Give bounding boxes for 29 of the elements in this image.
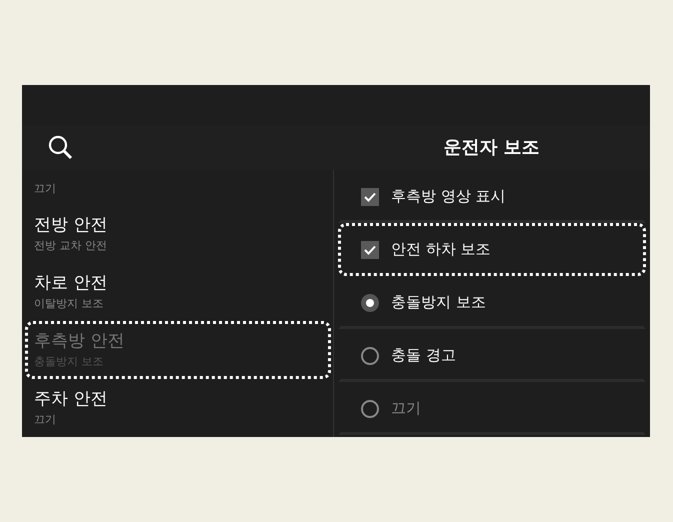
category-title: 주차 안전 xyxy=(34,388,108,411)
category-item[interactable]: 주차 안전 끄기 xyxy=(25,379,331,437)
check-icon xyxy=(364,192,376,202)
option-label: 충돌 경고 xyxy=(391,345,456,366)
option-row[interactable]: 충돌 경고 xyxy=(338,329,646,382)
option-label: 끄기 xyxy=(391,398,421,420)
radio-button[interactable] xyxy=(361,294,379,312)
category-title: 전방 안전 xyxy=(34,214,108,237)
option-row[interactable]: 후측방 영상 표시 xyxy=(338,170,646,223)
category-subtitle: 끄기 xyxy=(34,181,57,197)
category-subtitle: 전방 교차 안전 xyxy=(34,238,108,254)
category-subtitle: 이탈방지 보조 xyxy=(34,296,104,312)
option-row[interactable]: 안전 하차 보조 xyxy=(338,223,646,276)
category-title: 후측방 안전 xyxy=(34,330,126,353)
panel-title: 운전자 보조 xyxy=(443,136,540,160)
search-icon[interactable] xyxy=(48,135,73,160)
option-label: 후측방 영상 표시 xyxy=(391,186,506,208)
option-label: 충돌방지 보조 xyxy=(391,292,486,314)
radio-button[interactable] xyxy=(361,346,379,364)
option-row[interactable]: 충돌방지 보조 xyxy=(338,276,646,329)
option-label: 안전 하차 보조 xyxy=(391,239,491,260)
category-title: 차로 안전 xyxy=(34,272,108,295)
category-item[interactable]: 차로 안전 이탈방지 보조 xyxy=(25,263,331,321)
category-item[interactable]: 끄기 xyxy=(25,170,331,205)
category-subtitle: 끄기 xyxy=(34,412,57,428)
check-icon xyxy=(364,244,376,254)
checkbox[interactable] xyxy=(361,188,379,206)
checkbox[interactable] xyxy=(361,240,379,258)
category-item[interactable]: 전방 안전 전방 교차 안전 xyxy=(25,205,331,263)
